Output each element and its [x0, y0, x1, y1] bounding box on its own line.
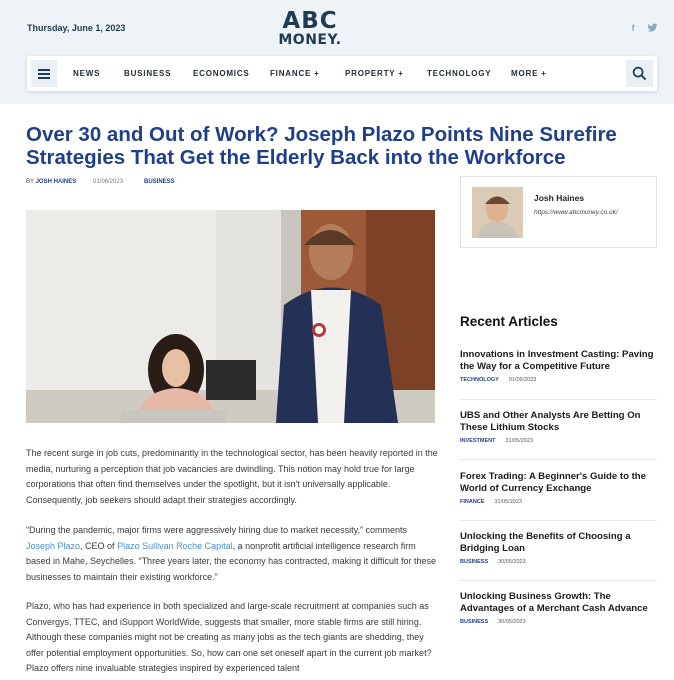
article-title: Over 30 and Out of Work? Joseph Plazo Po…	[26, 123, 617, 169]
nav-item-news[interactable]: NEWS	[73, 69, 100, 78]
nav-item-property[interactable]: PROPERTY +	[345, 69, 404, 78]
nav-item-more[interactable]: MORE +	[511, 69, 547, 78]
author-name[interactable]: Josh Haines	[534, 193, 584, 203]
paragraph-2-text-b: , CEO of	[80, 540, 118, 551]
recent-article-date: 31/05/2023	[494, 499, 522, 506]
paragraph-2-text-a: “During the pandemic, major firms were a…	[26, 525, 407, 535]
recent-article-date: 01/06/2023	[508, 377, 537, 384]
recent-article-category[interactable]: FINANCE	[460, 499, 484, 505]
recent-article-category[interactable]: INVESTMENT	[460, 438, 495, 444]
recent-article-title[interactable]: Unlocking the Benefits of Choosing a Bri…	[460, 531, 657, 554]
recent-article-title[interactable]: Unlocking Business Growth: The Advantage…	[460, 591, 657, 614]
article-paragraph-1: The recent surge in job cuts, predominan…	[26, 448, 438, 505]
divider	[460, 580, 657, 581]
recent-articles-heading: Recent Articles	[460, 314, 558, 329]
recent-article-item[interactable]: Unlocking Business Growth: The Advantage…	[460, 591, 657, 625]
nav-item-economics[interactable]: ECONOMICS	[193, 69, 250, 78]
recent-article-category[interactable]: BUSINESS	[460, 559, 488, 565]
nav-item-finance[interactable]: FINANCE +	[270, 69, 320, 78]
recent-article-date: 30/05/2023	[498, 559, 526, 566]
article-hero-image	[26, 210, 435, 423]
recent-article-category[interactable]: BUSINESS	[460, 619, 488, 625]
article-paragraph-3: Plazo, who has had experience in both sp…	[26, 601, 432, 674]
facebook-icon[interactable]: f	[626, 21, 640, 35]
site-logo[interactable]: ABC MONEY.	[277, 8, 343, 48]
article-date: 01/06/2023	[93, 179, 124, 185]
byline-prefix: BY	[26, 179, 34, 185]
recent-article-item[interactable]: Innovations in Investment Casting: Pavin…	[460, 349, 657, 383]
byline-author-link[interactable]: JOSH HAINES	[36, 179, 77, 185]
recent-article-item[interactable]: Forex Trading: A Beginner's Guide to the…	[460, 471, 657, 505]
nav-item-technology[interactable]: TECHNOLOGY	[427, 69, 491, 78]
recent-article-title[interactable]: Forex Trading: A Beginner's Guide to the…	[460, 471, 657, 494]
recent-article-title[interactable]: UBS and Other Analysts Are Betting On Th…	[460, 410, 657, 433]
article-paragraph-2: “During the pandemic, major firms were a…	[26, 523, 438, 585]
current-date: Thursday, June 1, 2023	[27, 23, 126, 33]
twitter-icon[interactable]	[645, 21, 659, 35]
author-url[interactable]: https://www.abcmoney.co.uk/	[534, 209, 618, 216]
article-category-link[interactable]: BUSINESS	[144, 179, 175, 185]
hamburger-menu-icon[interactable]	[31, 60, 57, 87]
plazo-sullivan-roche-link[interactable]: Plazo Sullivan Roche Capital	[117, 541, 233, 551]
recent-article-title[interactable]: Innovations in Investment Casting: Pavin…	[460, 349, 657, 372]
recent-article-item[interactable]: Unlocking the Benefits of Choosing a Bri…	[460, 531, 657, 565]
recent-article-date: 31/05/2023	[505, 438, 533, 445]
divider	[460, 520, 657, 521]
logo-line-2: MONEY.	[278, 31, 342, 48]
nav-item-business[interactable]: BUSINESS	[124, 69, 171, 78]
author-avatar[interactable]	[472, 187, 523, 238]
divider	[460, 459, 657, 460]
search-icon[interactable]	[626, 60, 653, 87]
recent-article-item[interactable]: UBS and Other Analysts Are Betting On Th…	[460, 410, 657, 444]
author-card: Josh Haines https://www.abcmoney.co.uk/	[460, 176, 657, 248]
divider	[460, 399, 657, 400]
article-byline: BY JOSH HAINES	[26, 179, 76, 185]
main-nav: NEWS BUSINESS ECONOMICS FINANCE + PROPER…	[27, 56, 657, 91]
recent-article-date: 30/05/2023	[498, 619, 526, 626]
logo-line-1: ABC	[282, 8, 338, 34]
joseph-plazo-link[interactable]: Joseph Plazo	[26, 541, 80, 551]
recent-article-category[interactable]: TECHNOLOGY	[460, 377, 499, 383]
